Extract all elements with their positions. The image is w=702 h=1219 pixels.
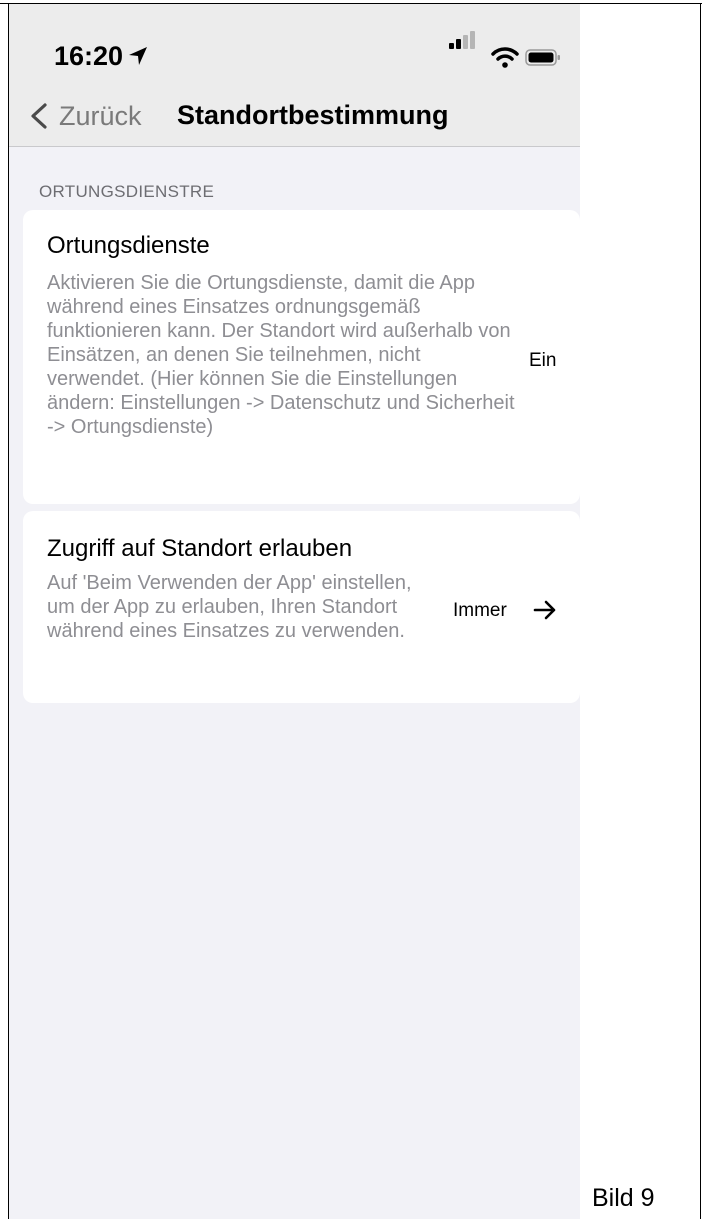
navigation-header: 16:20 Zurück Standortbestimmung <box>9 4 580 147</box>
row-description: Auf 'Beim Verwenden der App' einstellen,… <box>47 572 412 642</box>
back-label: Zurück <box>59 100 142 131</box>
phone-screen: 16:20 Zurück Standortbestimmung ORTUNGSD… <box>9 4 580 1219</box>
back-button[interactable]: Zurück <box>29 96 142 136</box>
location-arrow-icon <box>129 47 147 65</box>
location-services-value: Ein <box>529 350 557 371</box>
row-title: Zugriff auf Standort erlauben <box>47 535 353 562</box>
figure-caption: Bild 9 <box>592 1184 655 1212</box>
chevron-left-icon <box>31 103 47 129</box>
wifi-icon <box>491 47 519 68</box>
page-title: Standortbestimmung <box>177 100 449 130</box>
location-access-row[interactable]: Zugriff auf Standort erlauben Auf 'Beim … <box>23 511 580 703</box>
frame-right-line <box>700 3 701 1219</box>
location-services-row[interactable]: Ortungsdienste Aktivieren Sie die Ortung… <box>23 210 580 504</box>
status-time: 16:20 <box>54 41 124 71</box>
section-header: ORTUNGSDIENSTRE <box>39 182 215 201</box>
location-access-value: Immer <box>453 600 507 621</box>
row-title: Ortungsdienste <box>47 232 210 259</box>
battery-icon <box>525 49 560 66</box>
row-description: Aktivieren Sie die Ortungsdienste, damit… <box>47 272 515 438</box>
arrow-right-icon[interactable] <box>533 599 557 621</box>
